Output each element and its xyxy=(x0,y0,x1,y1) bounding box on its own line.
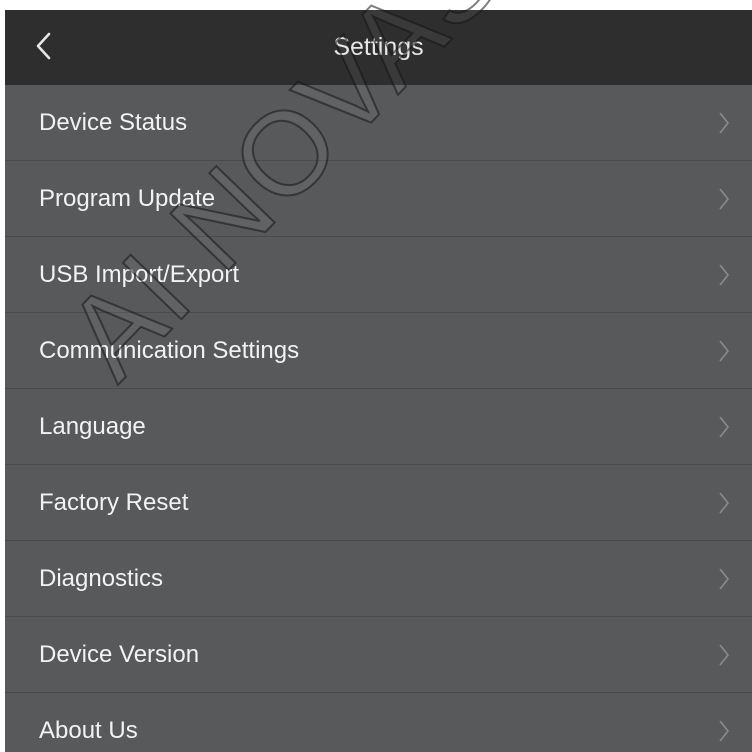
chevron-right-icon xyxy=(718,111,730,135)
menu-item-label: About Us xyxy=(39,717,138,744)
menu-item-label: Device Version xyxy=(39,641,200,668)
menu-item-factory-reset[interactable]: Factory Reset xyxy=(5,465,752,541)
menu-item-about-us[interactable]: About Us xyxy=(5,693,752,752)
back-button[interactable] xyxy=(23,24,67,68)
menu-item-label: USB Import/Export xyxy=(39,261,240,288)
menu-item-device-status[interactable]: Device Status xyxy=(5,85,752,161)
menu-item-label: Diagnostics xyxy=(39,565,164,592)
chevron-right-icon xyxy=(718,339,730,363)
chevron-right-icon xyxy=(718,719,730,743)
menu-item-usb-import-export[interactable]: USB Import/Export xyxy=(5,237,752,313)
menu-item-label: Communication Settings xyxy=(39,337,300,364)
chevron-right-icon xyxy=(718,263,730,287)
menu-item-label: Device Status xyxy=(39,109,188,136)
page-title: Settings xyxy=(333,33,424,61)
menu-item-label: Language xyxy=(39,413,146,440)
chevron-left-icon xyxy=(36,32,51,60)
menu-item-label: Program Update xyxy=(39,185,216,212)
menu-item-language[interactable]: Language xyxy=(5,389,752,465)
settings-screen: Settings Device Status Program Update US… xyxy=(5,10,752,752)
chevron-right-icon xyxy=(718,187,730,211)
chevron-right-icon xyxy=(718,491,730,515)
menu-item-communication-settings[interactable]: Communication Settings xyxy=(5,313,752,389)
header-bar: Settings xyxy=(5,10,752,85)
chevron-right-icon xyxy=(718,643,730,667)
chevron-right-icon xyxy=(718,567,730,591)
menu-item-label: Factory Reset xyxy=(39,489,189,516)
menu-item-device-version[interactable]: Device Version xyxy=(5,617,752,693)
chevron-right-icon xyxy=(718,415,730,439)
menu-item-program-update[interactable]: Program Update xyxy=(5,161,752,237)
settings-menu: Device Status Program Update USB Import/… xyxy=(5,85,752,752)
menu-item-diagnostics[interactable]: Diagnostics xyxy=(5,541,752,617)
